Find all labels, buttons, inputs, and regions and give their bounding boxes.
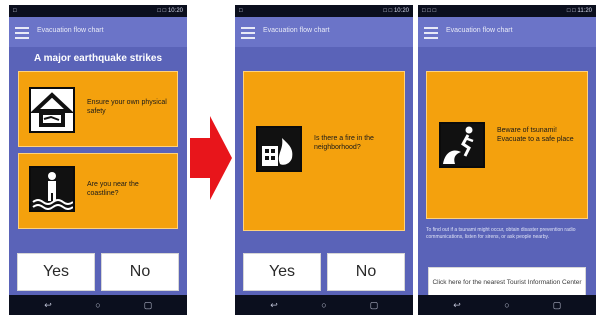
- back-icon[interactable]: ↩: [43, 300, 53, 310]
- yes-button[interactable]: Yes: [17, 253, 95, 291]
- tsunami-warning-card: Beware of tsunami! Evacuate to a safe pl…: [426, 71, 588, 219]
- phone-screen-3: □ □ □ □ □ 11:20 Evacuation flow chart Be…: [418, 5, 596, 315]
- status-icons-left: □: [13, 8, 17, 14]
- status-bar: □ □ □ □ □ 11:20: [418, 5, 596, 17]
- coastline-question-card: Are you near the coastline?: [18, 153, 178, 229]
- no-button[interactable]: No: [327, 253, 405, 291]
- system-nav-bar: ↩ ○ ▢: [235, 295, 413, 315]
- recents-icon[interactable]: ▢: [369, 300, 379, 310]
- safety-text: Ensure your own physical safety: [87, 99, 167, 115]
- system-nav-bar: ↩ ○ ▢: [418, 295, 596, 315]
- app-bar: Evacuation flow chart: [418, 17, 596, 47]
- app-bar: Evacuation flow chart: [9, 17, 187, 47]
- tourist-info-center-button[interactable]: Click here for the nearest Tourist Infor…: [428, 267, 586, 297]
- home-icon[interactable]: ○: [502, 300, 512, 310]
- yes-button[interactable]: Yes: [243, 253, 321, 291]
- app-title: Evacuation flow chart: [263, 27, 330, 34]
- menu-icon[interactable]: [241, 27, 255, 39]
- menu-icon[interactable]: [15, 27, 29, 39]
- status-icons-right: □ □ 10:20: [383, 8, 409, 14]
- app-title: Evacuation flow chart: [37, 27, 104, 34]
- tsunami-evacuation-icon: [439, 122, 485, 168]
- tsunami-info-text: To find out if a tsunami might occur, ob…: [426, 227, 576, 240]
- status-icons-left: □ □ □: [422, 8, 437, 14]
- menu-icon[interactable]: [424, 27, 438, 39]
- home-icon[interactable]: ○: [93, 300, 103, 310]
- phone-screen-2: □ □ □ 10:20 Evacuation flow chart Is the…: [235, 5, 413, 315]
- fire-question-card: Is there a fire in the neighborhood?: [243, 71, 405, 231]
- status-icons-left: □: [239, 8, 243, 14]
- app-bar: Evacuation flow chart: [235, 17, 413, 47]
- tsunami-warning-text: Beware of tsunami! Evacuate to a safe pl…: [497, 127, 574, 143]
- status-bar: □ □ □ 10:20: [9, 5, 187, 17]
- safety-card: Ensure your own physical safety: [18, 71, 178, 147]
- status-bar: □ □ □ 10:20: [235, 5, 413, 17]
- flow-arrow-icon: [190, 116, 232, 200]
- person-coastline-icon: [29, 166, 75, 212]
- back-icon[interactable]: ↩: [269, 300, 279, 310]
- phone-screen-1: □ □ □ 10:20 Evacuation flow chart A majo…: [9, 5, 187, 315]
- recents-icon[interactable]: ▢: [552, 300, 562, 310]
- status-icons-right: □ □ 10:20: [157, 8, 183, 14]
- status-icons-right: □ □ 11:20: [566, 8, 592, 14]
- back-icon[interactable]: ↩: [452, 300, 462, 310]
- fire-question-text: Is there a fire in the neighborhood?: [314, 135, 374, 151]
- collapsed-house-icon: [29, 87, 75, 133]
- app-title: Evacuation flow chart: [446, 27, 513, 34]
- no-button[interactable]: No: [101, 253, 179, 291]
- screen-headline: A major earthquake strikes: [33, 53, 163, 64]
- home-icon[interactable]: ○: [319, 300, 329, 310]
- recents-icon[interactable]: ▢: [143, 300, 153, 310]
- building-fire-icon: [256, 126, 302, 172]
- coastline-question-text: Are you near the coastline?: [87, 181, 139, 197]
- system-nav-bar: ↩ ○ ▢: [9, 295, 187, 315]
